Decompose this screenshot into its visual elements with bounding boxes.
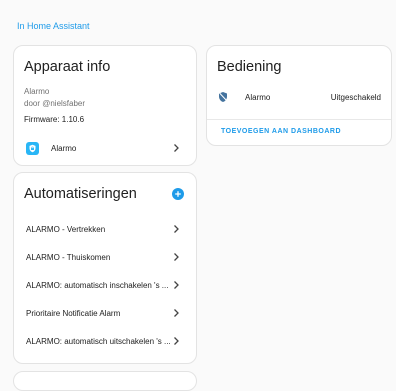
chevron-right-icon — [174, 281, 179, 289]
alarm-entity-name: Alarmo — [245, 92, 271, 102]
add-to-dashboard-button[interactable]: TOEVOEGEN AAN DASHBOARD — [221, 128, 341, 135]
device-name: Alarmo — [24, 87, 50, 96]
chevron-right-icon — [174, 253, 179, 261]
controls-title: Bediening — [217, 59, 282, 75]
entity-row-alarmo[interactable]: Alarmo — [14, 138, 196, 158]
automation-item[interactable]: ALARMO - Vertrekken — [14, 219, 196, 239]
automation-label: Prioritaire Notificatie Alarm — [26, 308, 121, 318]
automation-label: ALARMO - Vertrekken — [26, 224, 106, 234]
automation-label: ALARMO: automatisch uitschakelen 's ... — [26, 336, 171, 346]
next-card — [13, 371, 197, 391]
controls-card: Bediening Alarmo Uitgeschakeld TOEVOEGEN… — [206, 45, 392, 146]
chevron-right-icon — [174, 144, 179, 152]
automation-item[interactable]: ALARMO: automatisch inschakelen 's ... — [14, 275, 196, 295]
chevron-right-icon — [174, 337, 179, 345]
device-author: door @nielsfaber — [24, 99, 86, 108]
automation-item[interactable]: ALARMO: automatisch uitschakelen 's ... — [14, 331, 196, 351]
automation-item[interactable]: Prioritaire Notificatie Alarm — [14, 303, 196, 323]
device-info-card: Apparaat info Alarmo door @nielsfaber Fi… — [13, 45, 197, 166]
plus-icon — [175, 191, 181, 197]
shield-off-icon — [219, 92, 228, 102]
automation-label: ALARMO: automatisch inschakelen 's ... — [26, 280, 169, 290]
automations-title: Automatiseringen — [24, 186, 137, 202]
alarm-entity-row[interactable]: Alarmo Uitgeschakeld — [207, 87, 391, 107]
home-assistant-link[interactable]: In Home Assistant — [17, 21, 90, 31]
automations-card: Automatiseringen ALARMO - Vertrekken ALA… — [13, 172, 197, 364]
divider — [207, 119, 391, 120]
chevron-right-icon — [174, 225, 179, 233]
add-automation-button[interactable] — [172, 188, 184, 200]
device-info-title: Apparaat info — [24, 59, 111, 75]
automation-item[interactable]: ALARMO - Thuiskomen — [14, 247, 196, 267]
shield-icon — [26, 141, 39, 155]
chevron-right-icon — [174, 309, 179, 317]
firmware-version: Firmware: 1.10.6 — [24, 115, 85, 124]
alarm-entity-state: Uitgeschakeld — [330, 92, 381, 102]
entity-label: Alarmo — [51, 143, 77, 153]
automation-label: ALARMO - Thuiskomen — [26, 252, 111, 262]
